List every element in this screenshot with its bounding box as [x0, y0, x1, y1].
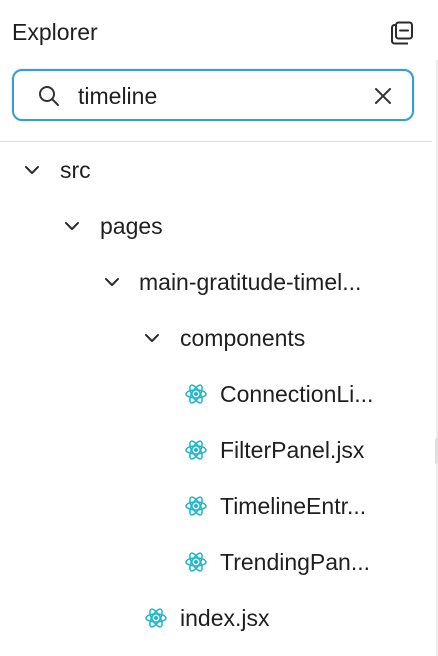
- chevron-down-icon: [61, 215, 83, 237]
- chevron-down-icon: [101, 271, 123, 293]
- react-icon: [184, 382, 208, 406]
- tree-file-label: ConnectionLi...: [220, 381, 374, 407]
- search-box: [12, 69, 414, 121]
- explorer-panel: Explorer sr: [0, 0, 438, 656]
- react-icon: [184, 550, 208, 574]
- collapse-all-button[interactable]: [384, 16, 420, 50]
- tree-file-label: TimelineEntr...: [220, 493, 367, 519]
- tree-file-index[interactable]: index.jsx: [0, 590, 432, 646]
- chevron-down-icon: [21, 159, 43, 181]
- tree-folder-components[interactable]: components: [0, 310, 432, 366]
- chevron-down-icon: [141, 327, 163, 349]
- clear-search-button[interactable]: [370, 83, 396, 109]
- tree-file-label: TrendingPan...: [220, 549, 371, 575]
- tree-file-label: FilterPanel.jsx: [220, 437, 365, 463]
- tree-folder-pages[interactable]: pages: [0, 198, 432, 254]
- tree-file-trendingpanel[interactable]: TrendingPan...: [0, 534, 432, 590]
- react-icon: [144, 606, 168, 630]
- collapse-all-icon: [391, 21, 413, 45]
- search-icon: [39, 86, 59, 106]
- react-icon: [184, 438, 208, 462]
- close-icon: [375, 88, 391, 104]
- tree-folder-src[interactable]: src: [0, 142, 432, 198]
- explorer-header: Explorer: [0, 0, 438, 64]
- tree-file-label: index.jsx: [180, 605, 270, 631]
- explorer-title: Explorer: [12, 19, 98, 45]
- react-icon: [184, 494, 208, 518]
- search-input[interactable]: [78, 79, 358, 113]
- tree-folder-main-gratitude-timeline[interactable]: main-gratitude-timel...: [0, 254, 432, 310]
- tree-folder-label: main-gratitude-timel...: [139, 269, 362, 295]
- tree-folder-label: components: [180, 325, 306, 351]
- tree-file-filterpanel[interactable]: FilterPanel.jsx: [0, 422, 432, 478]
- tree-file-connection[interactable]: ConnectionLi...: [0, 366, 432, 422]
- tree-folder-label: pages: [100, 213, 163, 239]
- tree-folder-label: src: [60, 157, 91, 183]
- tree-file-timelineentry[interactable]: TimelineEntr...: [0, 478, 432, 534]
